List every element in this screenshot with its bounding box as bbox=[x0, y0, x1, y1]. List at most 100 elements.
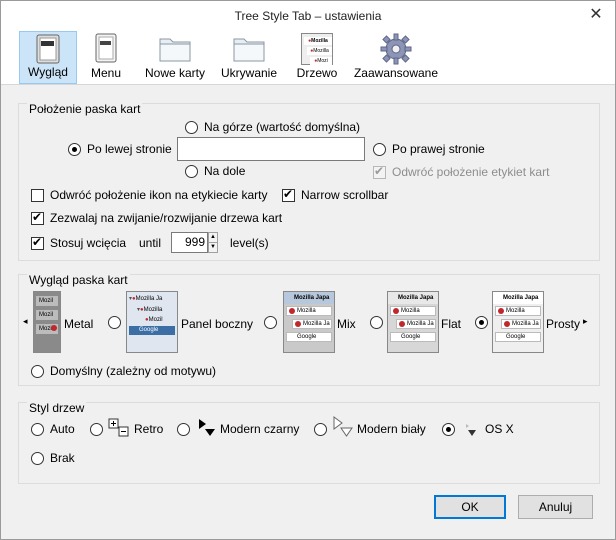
stepper-down-button[interactable]: ▼ bbox=[208, 242, 218, 253]
appearance-icon bbox=[36, 34, 60, 64]
tab-hiding[interactable]: Ukrywanie bbox=[215, 31, 283, 84]
flat-preview: Mozilla Japa Mozilla Mozilla Ja Google bbox=[387, 291, 439, 353]
appearance-flat-label: Flat bbox=[441, 317, 462, 331]
folder-icon bbox=[233, 38, 265, 62]
invert-icons-label: Odwróć położenie ikon na etykiecie karty bbox=[50, 188, 268, 202]
tree-modern-black-label: Modern czarny bbox=[220, 422, 300, 436]
close-button[interactable]: ✕ bbox=[583, 4, 609, 26]
sidebar-preview: ▾●Mozilla Ja ▾●Mozilla ●Mozil Google bbox=[126, 291, 178, 353]
thumb-text: Mozil bbox=[39, 312, 54, 318]
tree-retro-label: Retro bbox=[134, 422, 164, 436]
thumb-text: Mozilla bbox=[401, 308, 420, 314]
thumb-text: Mozil bbox=[148, 317, 163, 323]
narrow-scrollbar-checkbox[interactable] bbox=[282, 187, 295, 202]
tab-menu-label: Menu bbox=[90, 66, 122, 80]
tree-osx-label: OS X bbox=[485, 422, 514, 436]
ok-button[interactable]: OK bbox=[434, 495, 506, 519]
retro-twisty-icon bbox=[108, 418, 129, 437]
invert-labels-checkbox[interactable] bbox=[373, 164, 386, 179]
use-indent-checkbox[interactable] bbox=[31, 235, 44, 250]
prefs-toolbar: Wygląd Menu Nowe karty Ukrywanie ●Mozill… bbox=[1, 31, 615, 85]
tabbar-preview-box bbox=[177, 137, 365, 161]
narrow-scrollbar-label: Narrow scrollbar bbox=[301, 188, 389, 202]
thumb-text: Mozilla Japa bbox=[503, 295, 539, 301]
tree-icon: ●Mozilla ●Mozilla ●Mozi bbox=[301, 33, 333, 65]
appearance-mix-label: Mix bbox=[337, 317, 356, 331]
tab-advanced-label: Zaawansowane bbox=[353, 66, 439, 80]
thumb-text: Mozilla bbox=[506, 308, 525, 314]
thumb-text: Google bbox=[297, 334, 317, 340]
tabbar-position-title: Położenie paska kart bbox=[27, 102, 143, 116]
scroll-left-arrow[interactable]: ◂ bbox=[23, 316, 28, 327]
appearance-metal-label: Metal bbox=[64, 317, 94, 331]
tree-auto-label: Auto bbox=[50, 422, 75, 436]
tab-advanced[interactable]: Zaawansowane bbox=[351, 31, 441, 84]
tree-style-title: Styl drzew bbox=[27, 401, 87, 415]
gear-icon bbox=[380, 33, 412, 65]
tree-osx-radio[interactable] bbox=[442, 423, 455, 436]
appearance-default-radio[interactable] bbox=[31, 365, 44, 378]
tree-modern-white-label: Modern biały bbox=[357, 422, 426, 436]
simple-preview: Mozilla Japa Mozilla Mozilla Ja Google bbox=[492, 291, 544, 353]
metal-preview: Mozil Mozil Mozil bbox=[33, 291, 61, 353]
tree-none-radio[interactable] bbox=[31, 452, 44, 465]
tab-appearance[interactable]: Wygląd bbox=[19, 31, 77, 84]
title-bar: Tree Style Tab – ustawienia ✕ bbox=[1, 1, 615, 31]
tree-modern-black-radio[interactable] bbox=[177, 423, 190, 436]
allow-collapse-label: Zezwalaj na zwijanie/rozwijanie drzewa k… bbox=[50, 211, 283, 225]
thumb-text: Mozilla Japa bbox=[294, 295, 330, 301]
tree-retro-radio[interactable] bbox=[90, 423, 103, 436]
indent-level-stepper[interactable]: 999 bbox=[171, 232, 208, 253]
tab-tree[interactable]: ●Mozilla ●Mozilla ●Mozi Drzewo bbox=[291, 31, 343, 84]
tab-menu[interactable]: Menu bbox=[81, 31, 131, 84]
modern-white-twisty-icon bbox=[333, 416, 353, 437]
allow-collapse-checkbox[interactable] bbox=[31, 210, 44, 225]
position-left-label: Po lewej stronie bbox=[87, 142, 172, 156]
tree-icon-row: Mozilla bbox=[311, 38, 328, 44]
thumb-text: Mozilla bbox=[143, 307, 163, 313]
position-right-radio[interactable] bbox=[373, 143, 386, 156]
scroll-right-arrow[interactable]: ▸ bbox=[583, 316, 588, 327]
appearance-sidebar-radio[interactable] bbox=[108, 316, 121, 329]
tab-tree-label: Drzewo bbox=[296, 66, 338, 80]
position-bottom-label: Na dole bbox=[204, 164, 246, 178]
folder-icon bbox=[159, 38, 191, 62]
thumb-text: Google bbox=[506, 334, 526, 340]
appearance-default-label: Domyślny (zależny od motywu) bbox=[50, 364, 217, 378]
appearance-flat-radio[interactable] bbox=[370, 316, 383, 329]
tab-new-tabs[interactable]: Nowe karty bbox=[139, 31, 211, 84]
menu-icon bbox=[95, 33, 117, 63]
tab-hiding-label: Ukrywanie bbox=[220, 66, 277, 80]
appearance-sidebar-label: Panel boczny bbox=[181, 317, 254, 331]
appearance-mix-radio[interactable] bbox=[264, 316, 277, 329]
thumb-text: Mozilla Ja bbox=[135, 296, 163, 302]
invert-labels-label: Odwróć położenie etykiet kart bbox=[392, 165, 550, 179]
tabbar-appearance-title: Wygląd paska kart bbox=[27, 273, 130, 287]
position-right-label: Po prawej stronie bbox=[392, 142, 485, 156]
appearance-simple-label: Prosty bbox=[546, 317, 581, 331]
invert-icons-checkbox[interactable] bbox=[31, 189, 44, 202]
position-top-radio[interactable] bbox=[185, 121, 198, 134]
tree-icon-row: Mozilla bbox=[313, 48, 329, 54]
tree-modern-white-radio[interactable] bbox=[314, 423, 327, 436]
tree-style-group: Styl drzew bbox=[18, 401, 600, 484]
use-indent-label: Stosuj wcięcia bbox=[50, 236, 127, 250]
dialog-window: Tree Style Tab – ustawienia ✕ Wygląd Men… bbox=[0, 0, 616, 540]
appearance-simple-radio[interactable] bbox=[475, 316, 488, 329]
thumb-text: Google bbox=[401, 334, 421, 340]
thumb-text: Mozil bbox=[39, 298, 54, 304]
tab-new-tabs-label: Nowe karty bbox=[144, 66, 206, 80]
tree-auto-radio[interactable] bbox=[31, 423, 44, 436]
modern-black-twisty-icon bbox=[199, 419, 215, 436]
thumb-text: Mozilla Ja bbox=[407, 321, 434, 327]
cancel-button[interactable]: Anuluj bbox=[518, 495, 593, 519]
thumb-text: Mozilla bbox=[297, 308, 316, 314]
tab-appearance-label: Wygląd bbox=[28, 65, 68, 79]
thumb-text: Mozilla Japa bbox=[398, 295, 434, 301]
thumb-text: Mozilla Ja bbox=[512, 321, 539, 327]
position-bottom-radio[interactable] bbox=[185, 165, 198, 178]
tree-none-label: Brak bbox=[50, 451, 75, 465]
levels-label: level(s) bbox=[230, 236, 269, 250]
position-left-radio[interactable] bbox=[68, 143, 81, 156]
thumb-text: Mozilla Ja bbox=[303, 321, 330, 327]
